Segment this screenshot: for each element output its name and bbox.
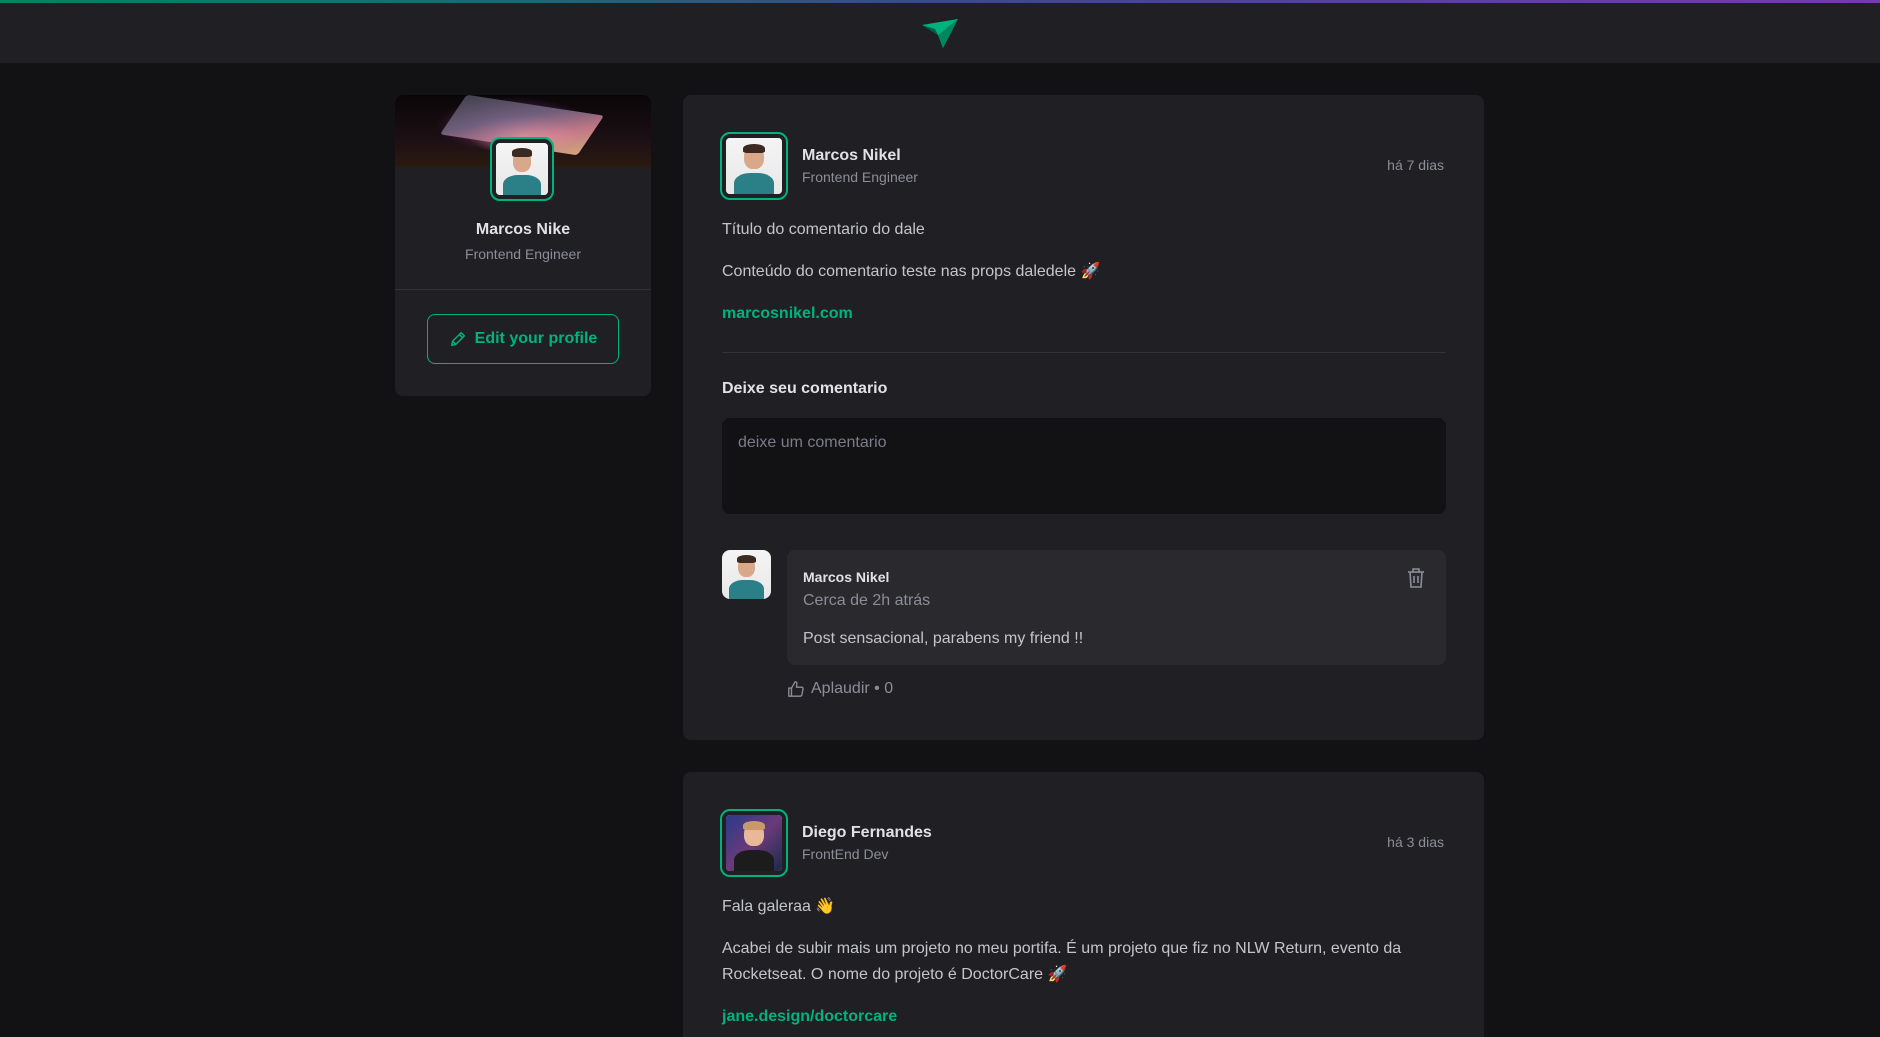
- delete-comment-button[interactable]: [1404, 566, 1428, 590]
- comment-input[interactable]: [722, 418, 1446, 514]
- author-avatar[interactable]: [720, 809, 788, 877]
- author-role: FrontEnd Dev: [802, 846, 889, 862]
- app-header: [0, 3, 1880, 63]
- profile-sidebar: Marcos Nike Frontend Engineer Edit your …: [395, 95, 651, 396]
- paper-plane-icon: [922, 19, 958, 48]
- post-author: Diego Fernandes FrontEnd Dev: [720, 809, 932, 877]
- sidebar-divider: [395, 289, 651, 290]
- author-name: Marcos Nikel: [802, 147, 901, 164]
- author-name: Diego Fernandes: [802, 824, 932, 841]
- comment-text: Post sensacional, parabens my friend !!: [803, 630, 1084, 647]
- comment-avatar[interactable]: [722, 550, 771, 599]
- applaud-button[interactable]: Aplaudir • 0: [787, 680, 893, 698]
- trash-icon: [1408, 568, 1424, 588]
- author-role: Frontend Engineer: [802, 169, 918, 185]
- author-avatar[interactable]: [720, 132, 788, 200]
- post-card: Diego Fernandes FrontEnd Dev há 3 dias F…: [683, 772, 1484, 1037]
- post-content-line: Conteúdo do comentario teste nas props d…: [722, 263, 1101, 280]
- post-link[interactable]: jane.design/doctorcare: [722, 1008, 897, 1026]
- comment-time: Cerca de 2h atrás: [803, 592, 931, 609]
- post-card: Marcos Nikel Frontend Engineer há 7 dias…: [683, 95, 1484, 740]
- post-time: há 7 dias: [1387, 157, 1444, 173]
- profile-role: Frontend Engineer: [465, 246, 581, 262]
- comment-form-title: Deixe seu comentario: [722, 380, 888, 397]
- comment-item: Marcos Nikel Cerca de 2h atrás Post sens…: [787, 550, 1446, 665]
- profile-avatar: [490, 137, 554, 201]
- post-greeting: Fala galeraa 👋: [722, 898, 836, 915]
- applaud-label: Aplaudir • 0: [811, 680, 894, 697]
- pencil-icon: [450, 331, 465, 347]
- post-content-line: Acabei de subir mais um projeto no meu p…: [722, 940, 1402, 983]
- post-author: Marcos Nikel Frontend Engineer: [720, 132, 918, 200]
- thumbs-up-icon: [788, 681, 804, 697]
- post-time: há 3 dias: [1387, 834, 1444, 850]
- edit-profile-button[interactable]: Edit your profile: [427, 314, 619, 364]
- comment-author: Marcos Nikel: [803, 569, 890, 585]
- edit-profile-label: Edit your profile: [474, 330, 598, 347]
- post-divider: [722, 352, 1446, 353]
- post-title-line: Título do comentario do dale: [722, 221, 925, 238]
- post-link[interactable]: marcosnikel.com: [722, 305, 853, 323]
- profile-name: Marcos Nike: [475, 221, 571, 238]
